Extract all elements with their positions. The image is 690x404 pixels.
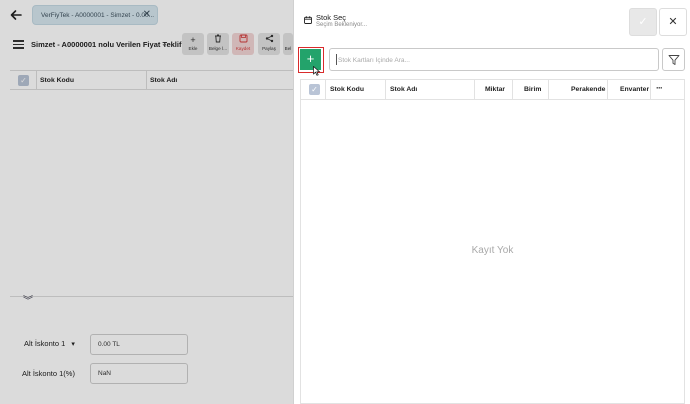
calendar-icon — [304, 16, 312, 24]
stock-select-panel: Stok Seç Seçim Bekleniyor... ✓ ✕ + ✓ Sto… — [293, 0, 690, 404]
confirm-button[interactable]: ✓ — [629, 8, 657, 36]
column-header-retail[interactable]: Perakende — [571, 86, 605, 93]
column-header-quantity[interactable]: Miktar — [485, 86, 505, 93]
column-divider — [474, 80, 475, 99]
close-panel-button[interactable]: ✕ — [659, 8, 687, 36]
column-divider — [548, 80, 549, 99]
stock-search-input[interactable] — [338, 52, 648, 68]
column-options-icon[interactable]: ··· — [656, 83, 663, 93]
check-icon: ✓ — [638, 16, 648, 28]
column-divider — [512, 80, 513, 99]
text-caret — [336, 54, 337, 65]
filter-button[interactable] — [662, 48, 685, 71]
column-header-unit[interactable]: Birim — [524, 86, 541, 93]
stock-search-field[interactable] — [329, 48, 659, 71]
column-divider — [325, 80, 326, 99]
panel-subtitle: Seçim Bekleniyor... — [316, 22, 368, 28]
stock-grid-header: ✓ Stok Kodu Stok Adı Miktar Birim Perake… — [301, 80, 684, 100]
panel-title: Stok Seç — [316, 13, 347, 22]
column-divider — [650, 80, 651, 99]
empty-state-text: Kayıt Yok — [471, 245, 514, 256]
close-icon: ✕ — [668, 16, 678, 28]
filter-icon — [668, 55, 680, 65]
column-header-inventory[interactable]: Envanter — [620, 86, 649, 93]
mouse-cursor-icon — [313, 66, 321, 76]
plus-icon: + — [306, 51, 315, 66]
modal-backdrop[interactable] — [0, 0, 293, 404]
column-divider — [607, 80, 608, 99]
column-header-stock-code[interactable]: Stok Kodu — [330, 86, 364, 93]
select-all-checkbox[interactable]: ✓ — [309, 84, 320, 95]
stock-grid: ✓ Stok Kodu Stok Adı Miktar Birim Perake… — [300, 79, 685, 404]
column-header-stock-name[interactable]: Stok Adı — [390, 86, 417, 93]
column-divider — [385, 80, 386, 99]
